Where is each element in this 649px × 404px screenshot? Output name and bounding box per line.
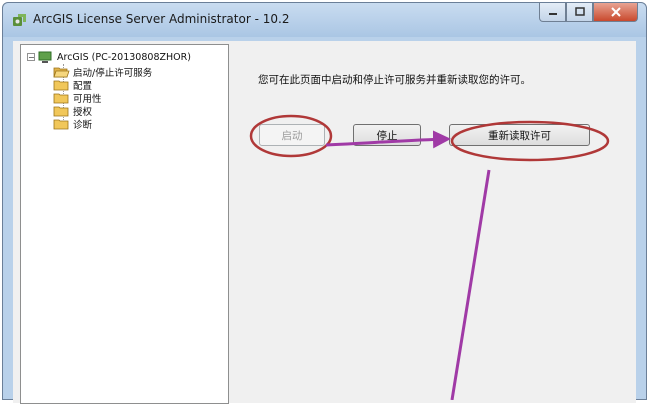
window-controls bbox=[539, 3, 638, 24]
tree-item-authorization[interactable]: 授权 bbox=[53, 104, 93, 118]
folder-icon bbox=[53, 119, 69, 129]
folder-icon bbox=[53, 106, 69, 116]
close-icon bbox=[610, 7, 621, 17]
maximize-icon bbox=[574, 7, 585, 16]
folder-icon bbox=[53, 93, 69, 103]
maximize-button[interactable] bbox=[566, 3, 593, 22]
tree-item-label: 诊断 bbox=[73, 119, 93, 131]
tree-item-availability[interactable]: 可用性 bbox=[53, 91, 102, 105]
tree-root[interactable]: − ArcGIS (PC-20130808ZHOR) bbox=[27, 50, 191, 64]
arcgis-tool-icon bbox=[13, 14, 26, 26]
minimize-button[interactable] bbox=[539, 3, 566, 22]
tree-root-label: ArcGIS (PC-20130808ZHOR) bbox=[57, 51, 191, 63]
tree-item-config[interactable]: 配置 bbox=[53, 78, 93, 92]
collapse-toggle[interactable]: − bbox=[27, 53, 35, 62]
computer-icon bbox=[38, 51, 52, 63]
folder-icon bbox=[53, 80, 69, 90]
navigation-tree[interactable]: − ArcGIS (PC-20130808ZHOR) 启动/停止许可服务 配置 … bbox=[20, 44, 229, 404]
minimize-icon bbox=[548, 13, 557, 15]
folder-open-icon bbox=[53, 67, 70, 77]
stop-button[interactable]: 停止 bbox=[353, 124, 421, 146]
tree-item-diagnostics[interactable]: 诊断 bbox=[53, 117, 93, 131]
tree-item-label: 配置 bbox=[73, 80, 93, 92]
close-button[interactable] bbox=[593, 3, 638, 22]
window-title: ArcGIS License Server Administrator - 10… bbox=[33, 12, 290, 26]
tree-item-label: 授权 bbox=[73, 106, 93, 118]
tree-item-label: 可用性 bbox=[73, 93, 102, 105]
pane-description: 您可在此页面中启动和停止许可服务并重新读取您的许可。 bbox=[258, 74, 531, 86]
title-bar[interactable]: ArcGIS License Server Administrator - 10… bbox=[3, 3, 646, 37]
tree-item-start-stop[interactable]: 启动/停止许可服务 bbox=[53, 64, 153, 79]
reread-licenses-button[interactable]: 重新读取许可 bbox=[449, 124, 590, 146]
start-button[interactable]: 启动 bbox=[259, 124, 325, 146]
tree-item-label: 启动/停止许可服务 bbox=[73, 64, 153, 79]
